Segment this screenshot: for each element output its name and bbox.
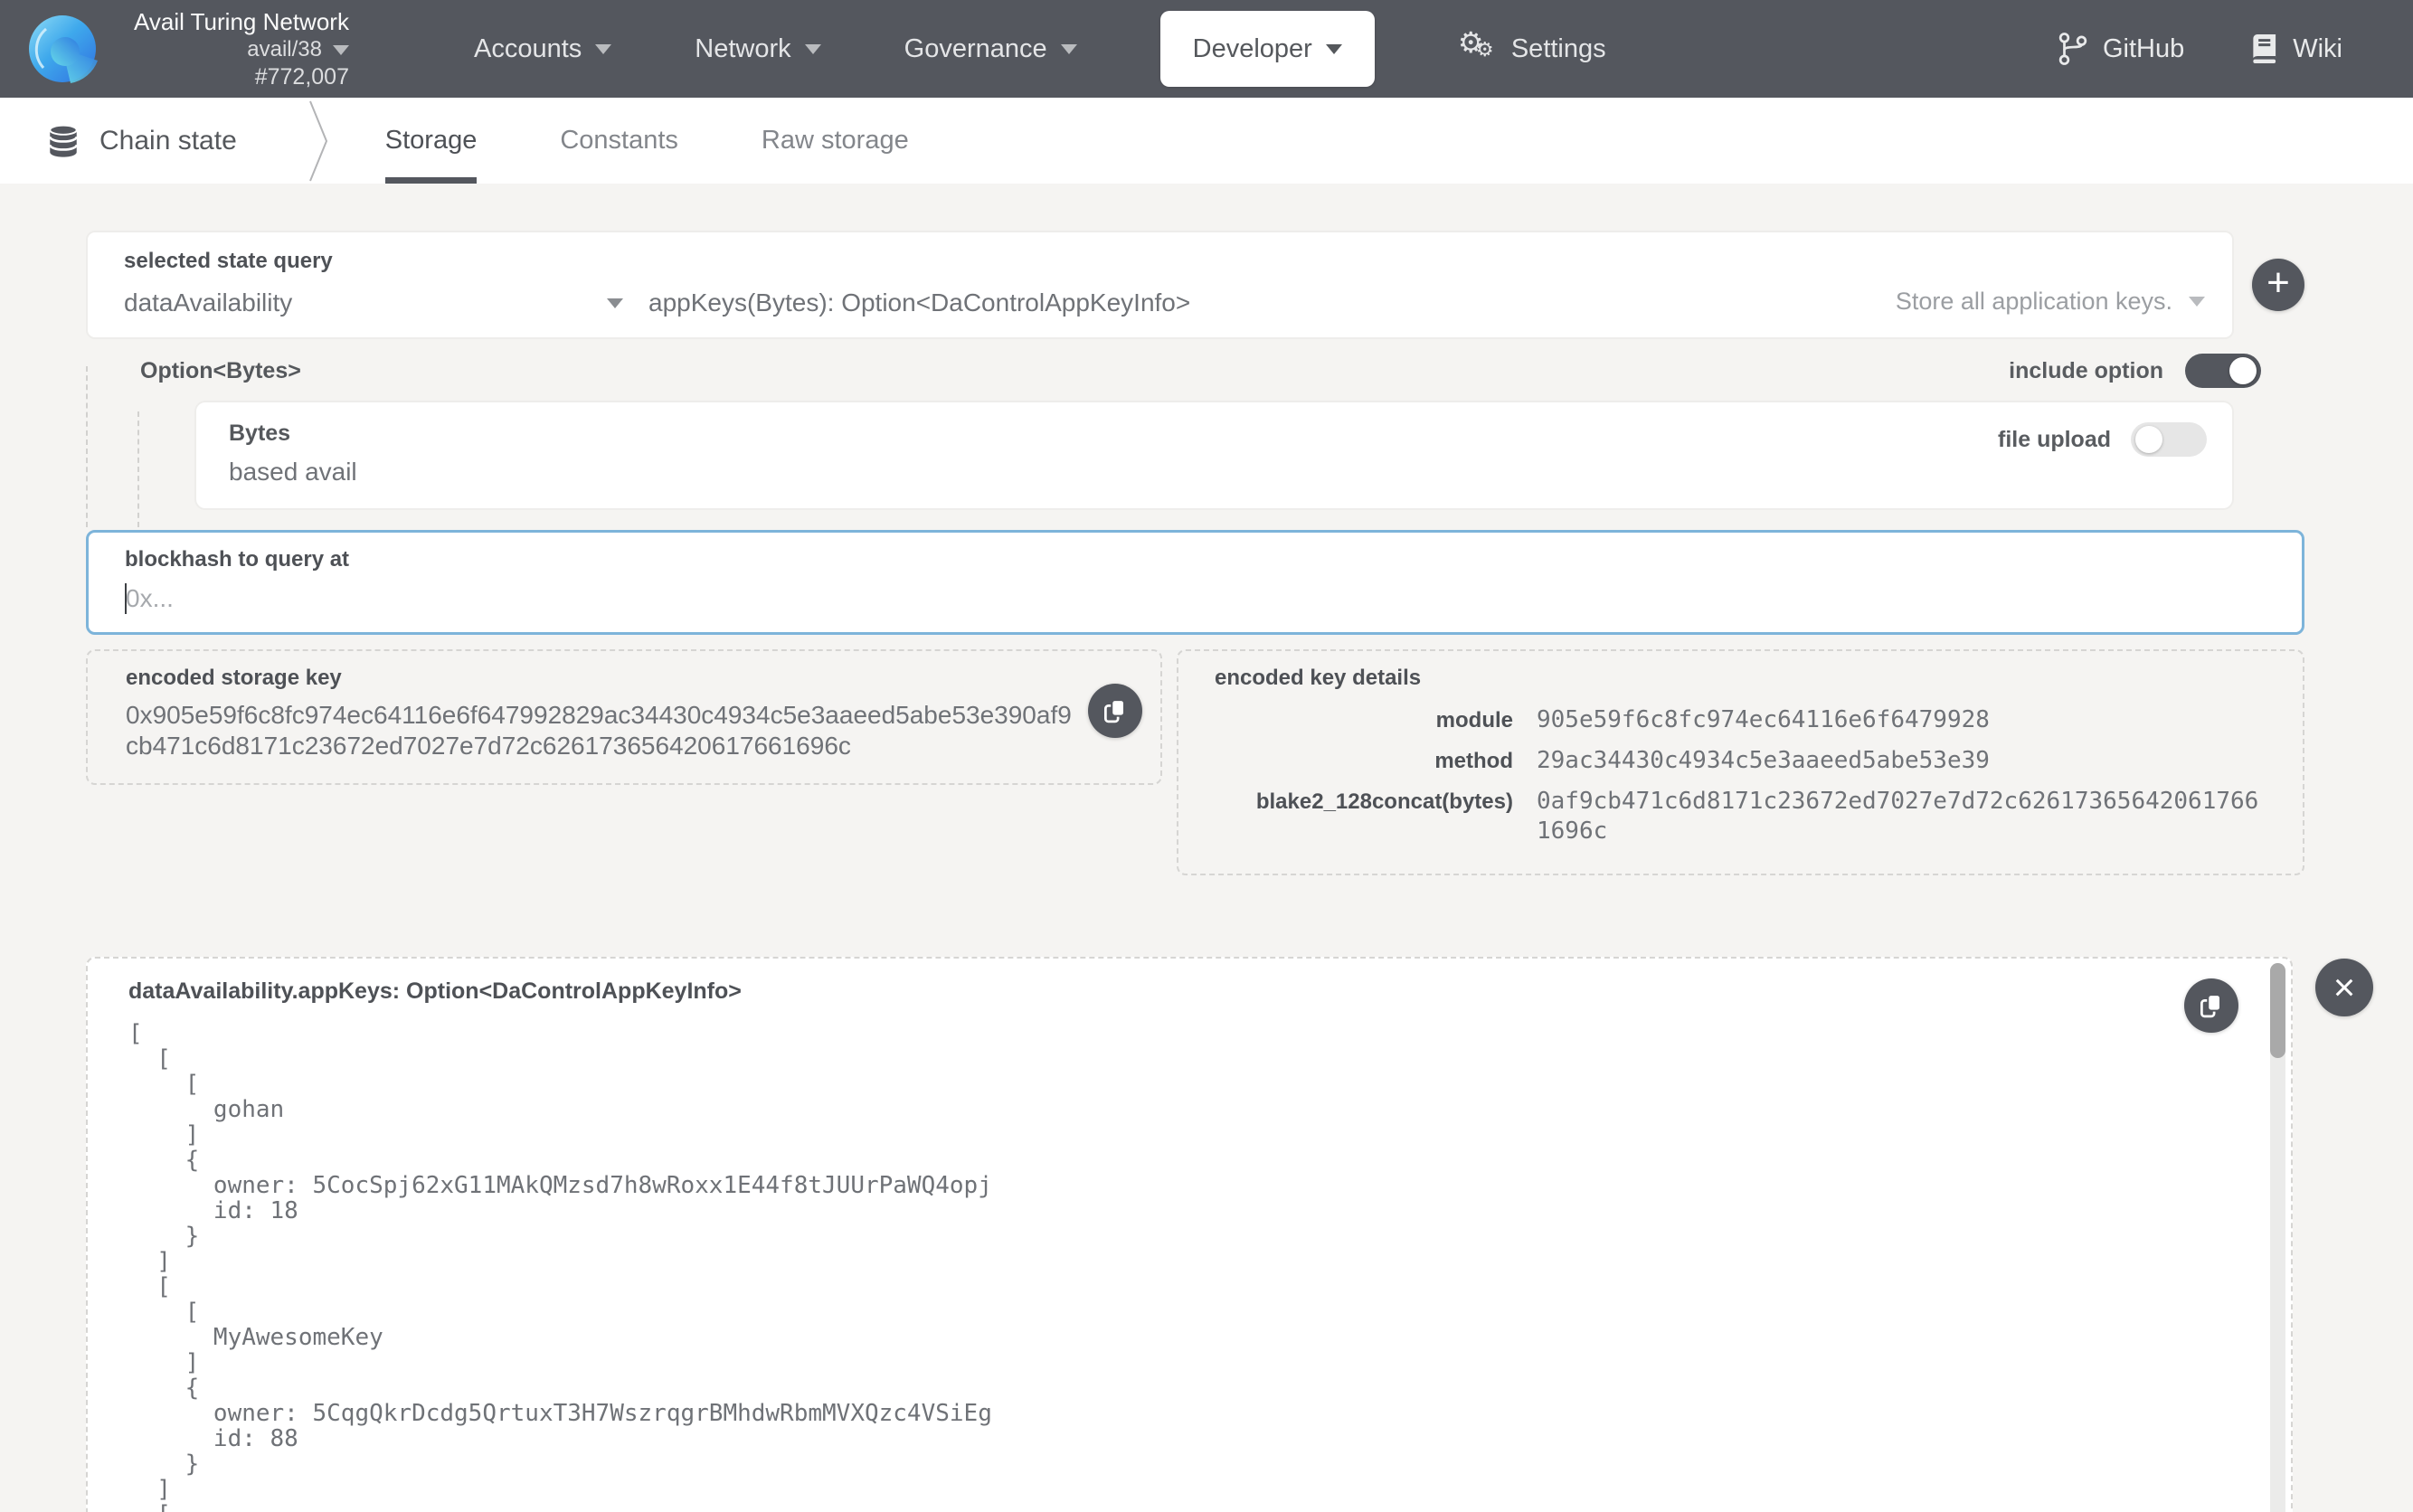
detail-label: blake2_128concat(bytes) — [1215, 787, 1513, 815]
top-links: GitHub Wiki — [2058, 32, 2342, 66]
book-icon — [2249, 33, 2278, 65]
tab-raw-storage[interactable]: Raw storage — [762, 98, 909, 184]
database-icon — [47, 123, 80, 159]
tab-row: Chain state Storage Constants Raw storag… — [0, 98, 2413, 184]
breadcrumb-chevron — [308, 98, 329, 184]
block-number: #772,007 — [255, 63, 349, 90]
bytes-value-input[interactable]: based avail — [229, 458, 2200, 487]
include-option-toggle[interactable] — [2185, 354, 2261, 388]
encoded-storage-key-panel: encoded storage key 0x905e59f6c8fc974ec6… — [86, 649, 1162, 785]
main-content: selected state query dataAvailability ap… — [86, 184, 2304, 1512]
query-result-panel: dataAvailability.appKeys: Option<DaContr… — [86, 957, 2293, 1512]
nav-item-network[interactable]: Network — [695, 0, 820, 98]
close-result-button[interactable]: × — [2315, 959, 2373, 1016]
result-header: dataAvailability.appKeys: Option<DaContr… — [128, 978, 2219, 1005]
result-scrollbar-thumb[interactable] — [2270, 963, 2285, 1058]
nav-item-settings[interactable]: ⚙⚙ Settings — [1458, 0, 1606, 98]
github-link[interactable]: GitHub — [2058, 32, 2184, 66]
network-name: Avail Turing Network — [134, 7, 349, 36]
file-upload-wrap: file upload — [1998, 422, 2207, 457]
chevron-down-icon — [1061, 44, 1077, 54]
indent-guide — [86, 366, 88, 527]
chevron-down-icon — [805, 44, 821, 54]
key-details-grid: module 905e59f6c8fc974ec64116e6f6479928 … — [1215, 705, 2266, 846]
detail-label: module — [1215, 705, 1513, 733]
chevron-down-icon — [333, 45, 349, 55]
method-select[interactable]: appKeys(Bytes): Option<DaControlAppKeyIn… — [648, 249, 1896, 317]
encoded-key-details-panel: encoded key details module 905e59f6c8fc9… — [1177, 649, 2304, 875]
section-title: Chain state — [99, 126, 237, 156]
wiki-link[interactable]: Wiki — [2249, 33, 2342, 65]
bytes-param-card: Bytes based avail file upload — [194, 401, 2234, 510]
nav-item-developer[interactable]: Developer — [1160, 11, 1375, 87]
query-label: selected state query — [124, 249, 648, 274]
chevron-down-icon — [595, 44, 611, 54]
chevron-down-icon — [607, 298, 623, 308]
toggle-knob — [2229, 357, 2257, 384]
tab-constants[interactable]: Constants — [560, 98, 678, 184]
bytes-label: Bytes — [229, 421, 2200, 447]
module-select-wrap: selected state query dataAvailability — [124, 249, 648, 317]
encoded-storage-key-label: encoded storage key — [126, 666, 1079, 691]
query-row: selected state query dataAvailability ap… — [86, 231, 2304, 339]
blockhash-label: blockhash to query at — [125, 547, 2266, 572]
result-scrollbar — [2270, 963, 2285, 1512]
file-upload-label: file upload — [1998, 427, 2111, 453]
nav-item-governance[interactable]: Governance — [904, 0, 1077, 98]
toggle-knob — [2135, 426, 2162, 453]
brand-text: Avail Turing Network avail/38 #772,007 — [134, 7, 349, 90]
topbar: Avail Turing Network avail/38 #772,007 A… — [0, 0, 2413, 98]
copy-storage-key-button[interactable] — [1088, 684, 1142, 738]
result-wrap: dataAvailability.appKeys: Option<DaContr… — [86, 957, 2304, 1512]
section-head: Chain state — [47, 98, 237, 184]
blockhash-input[interactable] — [126, 584, 2266, 613]
method-description[interactable]: Store all application keys. — [1896, 249, 2205, 317]
file-upload-toggle[interactable] — [2131, 422, 2207, 457]
gears-icon: ⚙⚙ — [1458, 31, 1498, 67]
include-option-label: include option — [2009, 358, 2163, 384]
indent-guide — [137, 411, 139, 527]
encoded-row: encoded storage key 0x905e59f6c8fc974ec6… — [86, 649, 2304, 875]
encoded-key-details-label: encoded key details — [1215, 666, 2266, 691]
detail-value: 0af9cb471c6d8171c23672ed7027e7d72c626173… — [1537, 787, 2266, 846]
copy-icon — [2198, 992, 2225, 1019]
detail-value: 905e59f6c8fc974ec64116e6f6479928 — [1537, 705, 2266, 735]
avail-logo-icon — [27, 14, 98, 84]
main-nav: Accounts Network Governance Developer ⚙⚙… — [474, 0, 1606, 98]
copy-icon — [1102, 697, 1129, 724]
param-type-label: Option<Bytes> — [140, 358, 301, 384]
chevron-down-icon — [2189, 297, 2205, 307]
include-option-wrap: include option — [2009, 354, 2261, 388]
copy-result-button[interactable] — [2184, 978, 2238, 1033]
chevron-down-icon — [1326, 44, 1342, 54]
tab-storage[interactable]: Storage — [385, 98, 478, 184]
selected-module: dataAvailability — [124, 288, 292, 317]
chain-spec[interactable]: avail/38 — [247, 36, 349, 63]
nav-item-accounts[interactable]: Accounts — [474, 0, 611, 98]
encoded-storage-key-value: 0x905e59f6c8fc974ec64116e6f647992829ac34… — [126, 700, 1079, 761]
detail-label: method — [1215, 746, 1513, 774]
network-selector[interactable]: Avail Turing Network avail/38 #772,007 — [27, 7, 349, 90]
code-branch-icon — [2058, 32, 2088, 66]
state-query-card: selected state query dataAvailability ap… — [86, 231, 2234, 339]
option-row: Option<Bytes> include option — [86, 354, 2304, 388]
detail-value: 29ac34430c4934c5e3aaeed5abe53e39 — [1537, 746, 2266, 776]
add-query-button[interactable]: + — [2252, 259, 2304, 311]
tabs: Storage Constants Raw storage — [385, 98, 909, 184]
blockhash-card: blockhash to query at — [86, 530, 2304, 635]
module-select[interactable]: dataAvailability — [124, 288, 648, 317]
result-output: [ [ [ gohan ] { owner: 5CocSpj62xG11MAkQ… — [128, 1021, 2219, 1512]
param-section: Option<Bytes> include option Bytes based… — [86, 354, 2304, 510]
blockhash-input-row — [125, 583, 2266, 614]
